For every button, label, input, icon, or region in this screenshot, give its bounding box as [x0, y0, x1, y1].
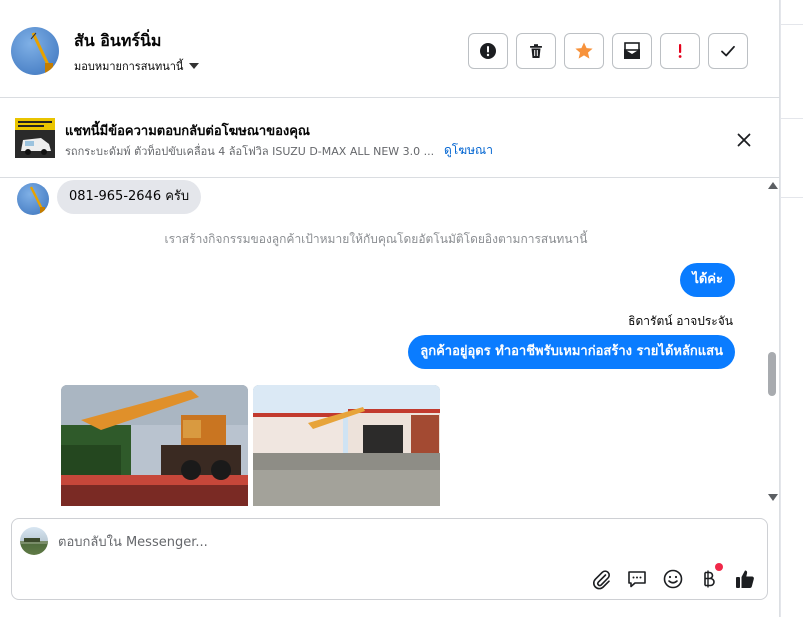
saved-reply-button[interactable]: [625, 567, 649, 591]
contact-avatar-small[interactable]: [17, 183, 49, 215]
caret-down-icon: [189, 63, 200, 69]
envelope-icon: [624, 42, 640, 59]
attach-button[interactable]: [589, 567, 613, 591]
ad-description: รถกระบะดัมพ์ ตัวท็อปขับเคลื่อน 4 ล้อโฟวิ…: [65, 145, 435, 158]
reply-input[interactable]: [58, 531, 738, 553]
ad-banner-title: แชทนี้มีข้อความตอบกลับต่อโฆษณาของคุณ: [65, 124, 310, 139]
assign-label: มอบหมายการสนทนานี้: [74, 60, 184, 73]
conversation-header: สัน อินทร์นิ่ม มอบหมายการสนทนานี้: [0, 0, 780, 98]
exclamation-icon: [678, 44, 682, 58]
check-icon: [721, 45, 735, 57]
sender-name: ธิดารัตน์ อาจประจัน: [628, 314, 733, 328]
right-panel-edge: [780, 0, 803, 617]
attachment-icon: [593, 570, 610, 590]
view-ad-link[interactable]: ดูโฆษณา: [444, 141, 493, 160]
notification-dot: [715, 563, 723, 571]
scroll-down-arrow-icon[interactable]: [768, 494, 778, 501]
inbox-conversation-panel: สัน อินทร์นิ่ม มอบหมายการสนทนานี้ แชทนี้…: [0, 0, 780, 617]
outgoing-message[interactable]: ลูกค้าอยู่อุดร ทำอาชีพรับเหมาก่อสร้าง รา…: [408, 335, 735, 369]
emoji-button[interactable]: [661, 567, 685, 591]
scrollbar-thumb[interactable]: [768, 352, 776, 396]
done-button[interactable]: [708, 33, 748, 69]
scroll-up-arrow-icon[interactable]: [768, 182, 778, 189]
contact-avatar[interactable]: [11, 27, 59, 75]
exclamation-circle-icon: [480, 43, 496, 59]
baht-payment-icon: [704, 570, 715, 588]
follow-up-button[interactable]: [660, 33, 700, 69]
image-attachment[interactable]: [253, 385, 440, 506]
outgoing-message[interactable]: ได้ค่ะ: [680, 263, 735, 297]
delete-button[interactable]: [516, 33, 556, 69]
emoji-icon: [663, 569, 683, 589]
mark-unread-button[interactable]: [612, 33, 652, 69]
ad-reply-banner: แชทนี้มีข้อความตอบกลับต่อโฆษณาของคุณ รถก…: [0, 98, 780, 178]
thumbs-up-icon: [736, 570, 754, 588]
system-activity-note: เราสร้างกิจกรรมของลูกค้าเป้าหมายให้กับคุ…: [164, 232, 588, 246]
mark-spam-button[interactable]: [468, 33, 508, 69]
star-icon: [575, 42, 593, 59]
reply-composer: [11, 518, 768, 600]
trash-icon: [530, 44, 542, 58]
like-button[interactable]: [733, 567, 757, 591]
saved-reply-icon: [628, 571, 646, 588]
image-attachment[interactable]: [61, 385, 248, 506]
message-scrollbar[interactable]: [765, 178, 780, 506]
contact-name[interactable]: สัน อินทร์นิ่ม: [74, 29, 161, 54]
page-avatar: [20, 527, 48, 555]
close-icon: [737, 133, 751, 147]
incoming-message[interactable]: 081-965-2646 ครับ: [57, 180, 202, 214]
close-ad-banner-button[interactable]: [732, 128, 756, 152]
assign-conversation-dropdown[interactable]: มอบหมายการสนทนานี้: [74, 57, 200, 75]
ad-thumbnail[interactable]: [15, 118, 55, 158]
star-button[interactable]: [564, 33, 604, 69]
message-thread[interactable]: 081-965-2646 ครับ เราสร้างกิจกรรมของลูกค…: [0, 178, 765, 506]
